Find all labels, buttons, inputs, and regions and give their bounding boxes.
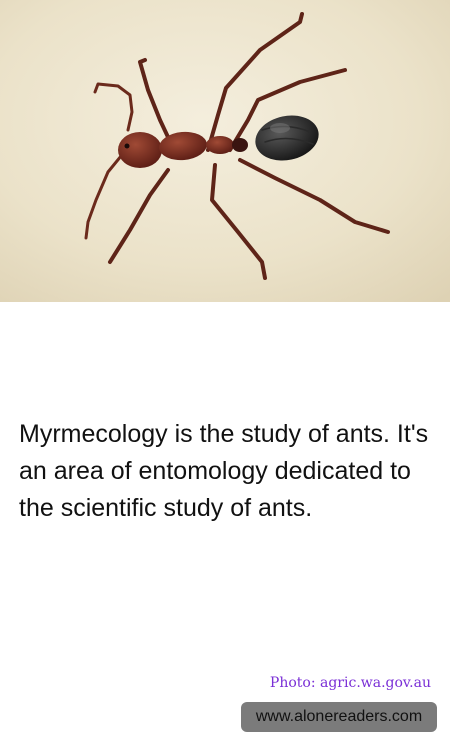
fact-text: Myrmecology is the study of ants. It's a…	[19, 420, 429, 522]
ant-photo	[0, 0, 450, 302]
watermark-label: www.alonereaders.com	[255, 708, 423, 725]
photo-credit-link[interactable]: Photo: agric.wa.gov.au	[270, 675, 431, 691]
site-watermark: www.alonereaders.com	[241, 702, 437, 732]
